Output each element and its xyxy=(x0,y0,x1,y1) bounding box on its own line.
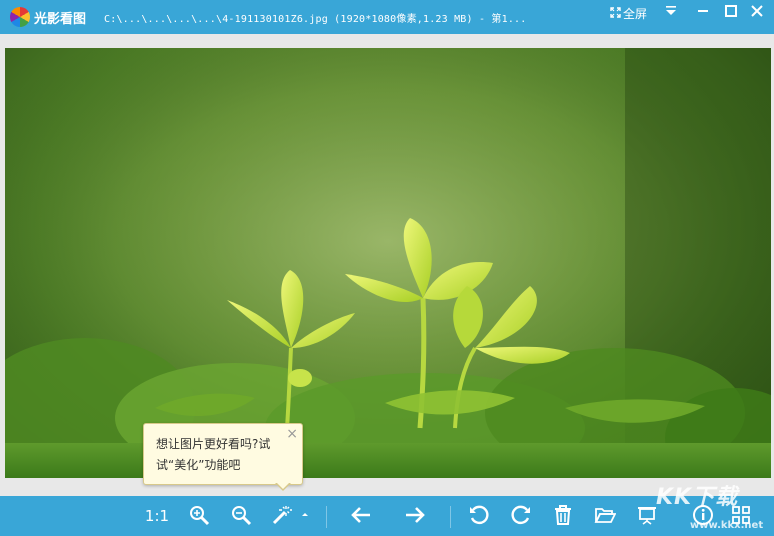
app-name: 光影看图 xyxy=(34,12,87,27)
minimize-icon xyxy=(698,10,708,12)
previous-image-button[interactable] xyxy=(348,504,374,528)
delete-button[interactable] xyxy=(550,504,576,528)
watermark-brand: KK下载 xyxy=(656,485,739,510)
maximize-icon xyxy=(725,5,737,17)
rotate-right-icon xyxy=(511,505,530,525)
fullscreen-label: 全屏 xyxy=(623,7,648,21)
toolbar-divider xyxy=(450,506,451,528)
fullscreen-button[interactable]: 全屏 xyxy=(610,5,647,23)
watermark-domain: www.kkx.net xyxy=(690,520,764,531)
file-info: C:\...\...\...\...\4-191130101Z6.jpg (19… xyxy=(104,14,527,25)
beautify-button[interactable] xyxy=(268,504,294,528)
tooltip-text: 想让图片更好看吗?试试“美化”功能吧 xyxy=(156,437,271,472)
wand-expand-icon xyxy=(302,513,308,516)
previous-arrow-icon xyxy=(351,507,370,523)
rotate-right-button[interactable] xyxy=(508,504,534,528)
dropdown-menu-icon xyxy=(666,6,676,15)
zoom-in-button[interactable] xyxy=(186,504,212,528)
open-folder-button[interactable] xyxy=(592,504,618,528)
displayed-photo[interactable] xyxy=(5,48,771,478)
next-image-button[interactable] xyxy=(402,504,428,528)
rotate-left-icon xyxy=(470,505,489,525)
tooltip-close-icon[interactable]: × xyxy=(286,426,298,442)
dropdown-menu-button[interactable] xyxy=(660,4,682,24)
close-icon xyxy=(751,5,763,17)
close-button[interactable] xyxy=(746,4,768,24)
zoom-out-icon xyxy=(232,506,252,526)
beautify-expand-button[interactable] xyxy=(298,504,312,528)
delete-icon xyxy=(555,505,571,525)
open-folder-icon xyxy=(594,508,616,523)
minimize-button[interactable] xyxy=(692,4,714,24)
app-logo-icon xyxy=(10,7,30,27)
zoom-in-icon xyxy=(190,506,210,526)
actual-size-button[interactable]: 1:1 xyxy=(143,504,171,528)
beautify-wand-icon xyxy=(272,506,292,525)
zoom-out-button[interactable] xyxy=(228,504,254,528)
image-viewer-window: 光影看图 C:\...\...\...\...\4-191130101Z6.jp… xyxy=(0,0,774,536)
fullscreen-icon xyxy=(610,7,621,21)
rotate-left-button[interactable] xyxy=(466,504,492,528)
title-bar[interactable]: 光影看图 C:\...\...\...\...\4-191130101Z6.jp… xyxy=(0,0,774,34)
image-canvas[interactable] xyxy=(0,34,774,496)
maximize-button[interactable] xyxy=(720,4,742,24)
beautify-tooltip[interactable]: 想让图片更好看吗?试试“美化”功能吧 × xyxy=(143,423,303,491)
tooltip-arrow-inner xyxy=(276,482,290,489)
toolbar-divider xyxy=(326,506,327,528)
slideshow-icon xyxy=(638,507,656,525)
next-arrow-icon xyxy=(406,507,425,523)
